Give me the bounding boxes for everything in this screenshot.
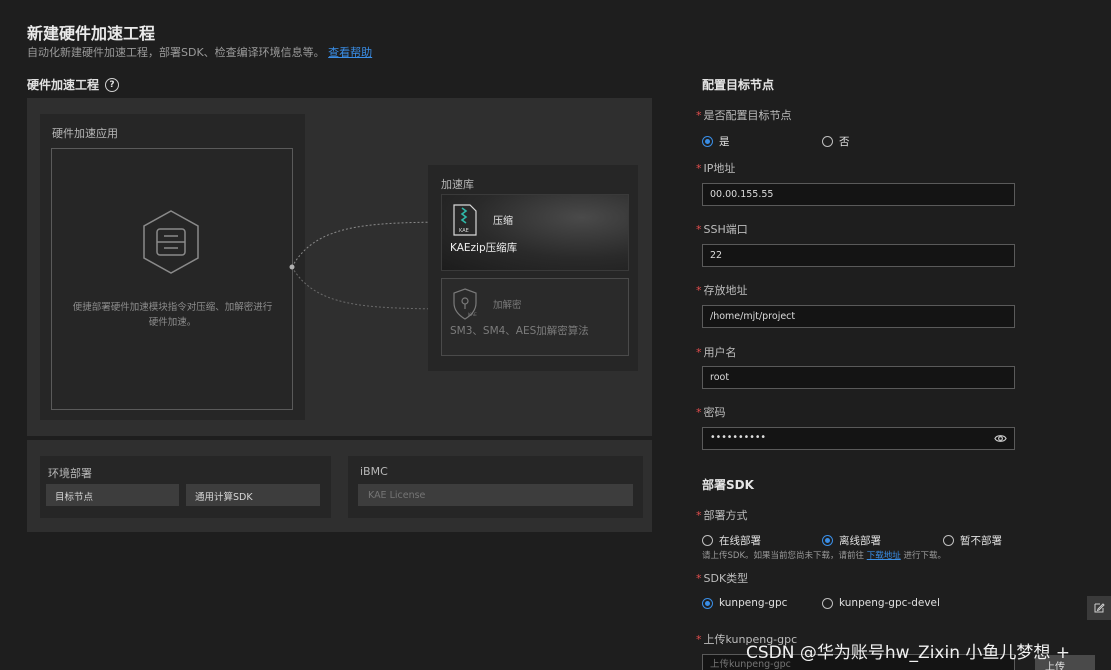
path-label: * 存放地址 — [696, 284, 748, 297]
radio-unselected-icon — [702, 535, 713, 546]
online-deploy-radio[interactable]: 在线部署 — [702, 533, 761, 548]
no-deploy-label: 暂不部署 — [960, 535, 1002, 547]
kunpeng-gpc-radio[interactable]: kunpeng-gpc — [702, 597, 787, 609]
sdk-hint-suffix: 进行下载。 — [903, 551, 946, 561]
ssh-port-input[interactable] — [702, 244, 1015, 267]
library-card-zip-name: 压缩 — [493, 216, 513, 227]
kae-lock-icon: KAE — [453, 288, 477, 320]
configure-no-label: 否 — [839, 136, 850, 148]
app-box[interactable] — [51, 148, 293, 410]
password-label: * 密码 — [696, 406, 726, 419]
deploy-mode-label-text: 部署方式 — [703, 509, 748, 522]
svg-text:KAE: KAE — [459, 228, 469, 234]
sdk-title: 部署SDK — [702, 478, 754, 492]
ip-label-text: IP地址 — [703, 162, 736, 175]
app-panel-title: 硬件加速应用 — [52, 127, 118, 140]
offline-deploy-label: 离线部署 — [839, 535, 881, 547]
radio-unselected-icon — [822, 597, 833, 609]
server-hexagon-icon — [143, 210, 199, 274]
radio-selected-icon — [702, 136, 713, 147]
help-icon[interactable]: ? — [105, 77, 120, 92]
feedback-button[interactable] — [1087, 596, 1111, 620]
ibmc-title: iBMC — [360, 465, 388, 478]
offline-deploy-radio[interactable]: 离线部署 — [822, 533, 881, 548]
user-label-text: 用户名 — [703, 346, 737, 359]
sdk-hint: 请上传SDK。如果当前您尚未下载，请前往 下载地址 进行下载。 — [702, 549, 946, 561]
ip-label: * IP地址 — [696, 162, 736, 175]
deploy-mode-label: * 部署方式 — [696, 509, 748, 522]
radio-unselected-icon — [822, 136, 833, 147]
path-input[interactable] — [702, 305, 1015, 328]
section-title: 硬件加速工程 ? — [27, 76, 120, 93]
configure-yes-radio[interactable]: 是 — [702, 134, 730, 149]
page-title: 新建硬件加速工程 — [27, 24, 156, 43]
ssh-label-text: SSH端口 — [703, 223, 748, 236]
env-title: 环境部署 — [48, 467, 92, 480]
download-link[interactable]: 下载地址 — [867, 551, 901, 561]
edit-icon — [1094, 603, 1105, 613]
subtitle-text: 自动化新建硬件加速工程，部署SDK、检查编译环境信息等。 — [27, 46, 325, 59]
username-input[interactable] — [702, 366, 1015, 389]
password-label-text: 密码 — [703, 406, 726, 419]
sdk-type-label-text: SDK类型 — [703, 572, 749, 585]
kae-zip-icon: KAE — [453, 204, 477, 236]
kunpeng-gpc-devel-label: kunpeng-gpc-devel — [839, 597, 940, 609]
page-subtitle: 自动化新建硬件加速工程，部署SDK、检查编译环境信息等。 查看帮助 — [27, 44, 372, 60]
target-node-button[interactable]: 目标节点 — [46, 484, 179, 506]
sdk-type-label: * SDK类型 — [696, 572, 749, 585]
section-title-text: 硬件加速工程 — [27, 78, 100, 92]
connector-lines — [289, 219, 444, 312]
library-card-crypto-desc: SM3、SM4、AES加解密算法 — [450, 325, 589, 337]
no-deploy-radio[interactable]: 暂不部署 — [943, 533, 1002, 548]
app-description: 便捷部署硬件加速模块指令对压缩、加解密进行硬件加速。 — [72, 302, 273, 328]
password-input[interactable]: •••••••••• — [702, 427, 1015, 450]
eye-icon[interactable] — [994, 432, 1007, 445]
sdk-hint-text: 请上传SDK。如果当前您尚未下载，请前往 — [702, 551, 865, 561]
online-deploy-label: 在线部署 — [719, 535, 761, 547]
sdk-button[interactable]: 通用计算SDK — [186, 484, 320, 506]
radio-selected-icon — [702, 597, 713, 609]
path-label-text: 存放地址 — [703, 284, 748, 297]
user-label: * 用户名 — [696, 346, 737, 359]
library-card-crypto-name: 加解密 — [493, 300, 522, 311]
configure-label-text: 是否配置目标节点 — [703, 109, 792, 122]
target-node-title: 配置目标节点 — [702, 78, 775, 92]
license-input[interactable] — [358, 484, 633, 506]
radio-selected-icon — [822, 535, 833, 546]
ip-input[interactable] — [702, 183, 1015, 206]
configure-label: * 是否配置目标节点 — [696, 109, 792, 122]
svg-text:KAE: KAE — [468, 312, 477, 318]
help-link[interactable]: 查看帮助 — [328, 46, 372, 59]
configure-no-radio[interactable]: 否 — [822, 134, 850, 149]
watermark: CSDN @华为账号hw_Zixin 小鱼儿梦想 + — [746, 643, 1071, 663]
radio-unselected-icon — [943, 535, 954, 546]
ssh-label: * SSH端口 — [696, 223, 748, 236]
configure-yes-label: 是 — [719, 136, 730, 148]
kunpeng-gpc-devel-radio[interactable]: kunpeng-gpc-devel — [822, 597, 940, 609]
library-title: 加速库 — [441, 178, 474, 191]
kunpeng-gpc-label: kunpeng-gpc — [719, 597, 788, 609]
library-card-zip-desc: KAEzip压缩库 — [450, 242, 518, 254]
password-value: •••••••••• — [710, 432, 767, 443]
